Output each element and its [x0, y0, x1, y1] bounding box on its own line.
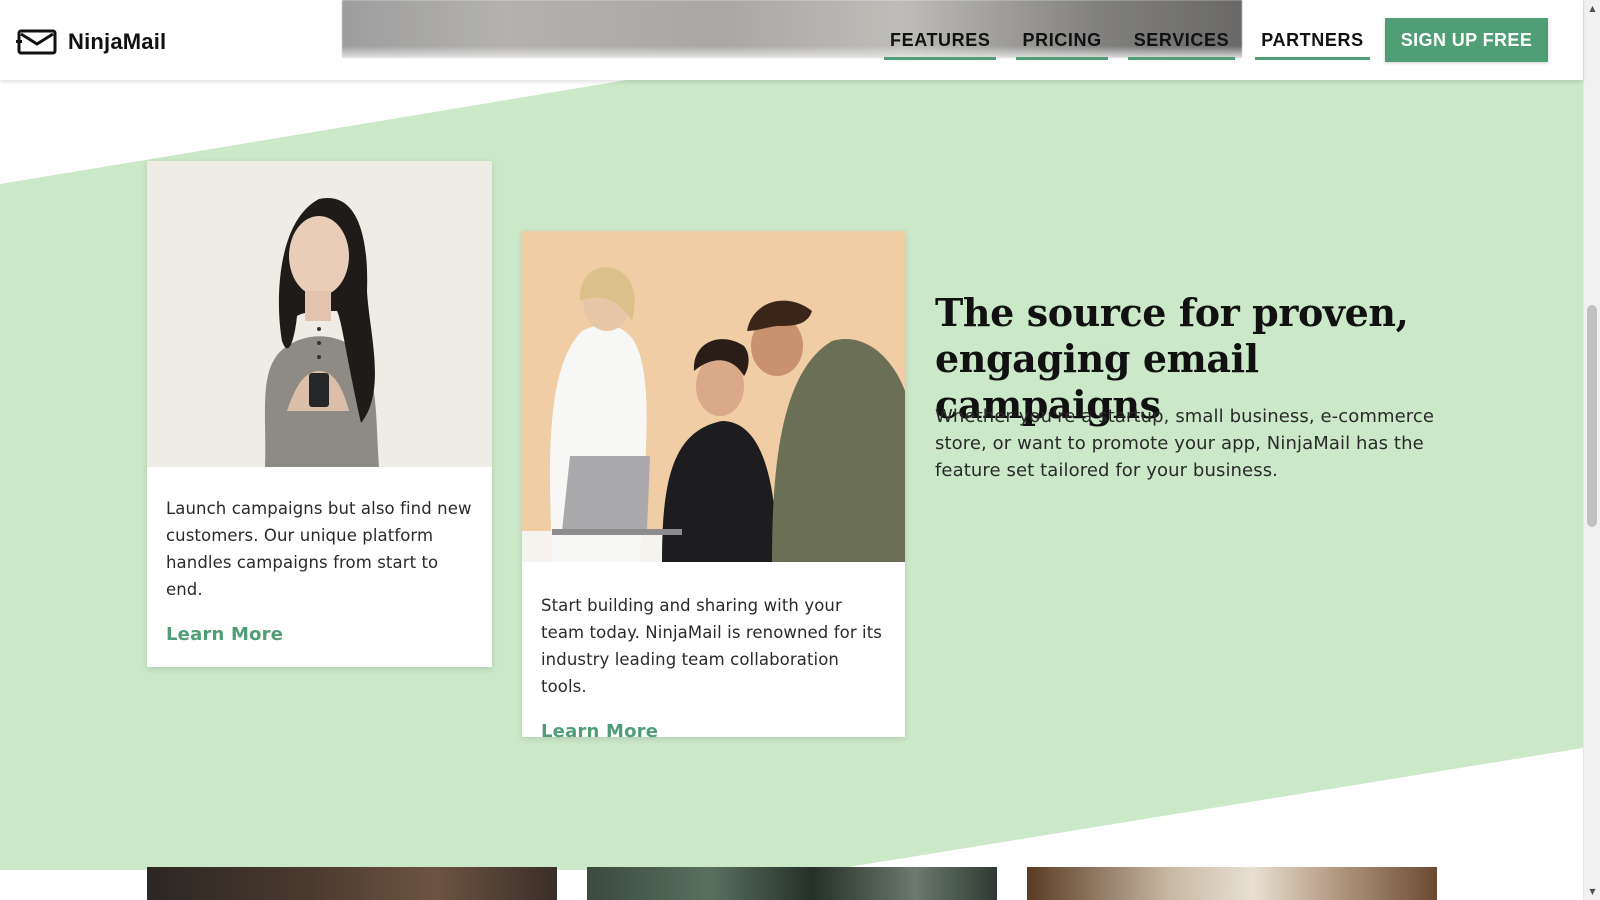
- nav-partners[interactable]: PARTNERS: [1255, 26, 1370, 60]
- learn-more-link[interactable]: Learn More: [541, 721, 658, 742]
- scrollbar-thumb[interactable]: [1587, 305, 1597, 527]
- envelope-icon: [16, 29, 57, 55]
- feature-card-campaigns: Launch campaigns but also find new custo…: [147, 161, 492, 667]
- card-text: Launch campaigns but also find new custo…: [166, 499, 472, 599]
- nav-pricing[interactable]: PRICING: [1016, 26, 1108, 60]
- logo[interactable]: NinjaMail: [16, 28, 166, 56]
- scroll-down-arrow-icon[interactable]: ▼: [1584, 883, 1600, 900]
- card-text: Start building and sharing with your tea…: [541, 596, 882, 696]
- thumbnail-image: [1027, 867, 1437, 900]
- section-lead-text: Whether you're a startup, small business…: [935, 406, 1435, 481]
- feature-card-collaboration: Start building and sharing with your tea…: [522, 231, 905, 742]
- vertical-scrollbar[interactable]: ▲ ▼: [1583, 0, 1600, 900]
- learn-more-link[interactable]: Learn More: [166, 624, 283, 645]
- nav-features[interactable]: FEATURES: [884, 26, 997, 60]
- logo-text: NinjaMail: [68, 29, 167, 54]
- team-at-laptop-image: [522, 231, 905, 562]
- woman-with-phone-image: [147, 161, 492, 467]
- main-nav: FEATURES PRICING SERVICES PARTNERS: [884, 26, 1390, 60]
- sign-up-button[interactable]: SIGN UP FREE: [1385, 18, 1548, 62]
- nav-services[interactable]: SERVICES: [1127, 26, 1236, 60]
- scroll-up-arrow-icon[interactable]: ▲: [1584, 0, 1600, 17]
- thumbnail-image: [587, 867, 997, 900]
- thumbnail-image: [147, 867, 557, 900]
